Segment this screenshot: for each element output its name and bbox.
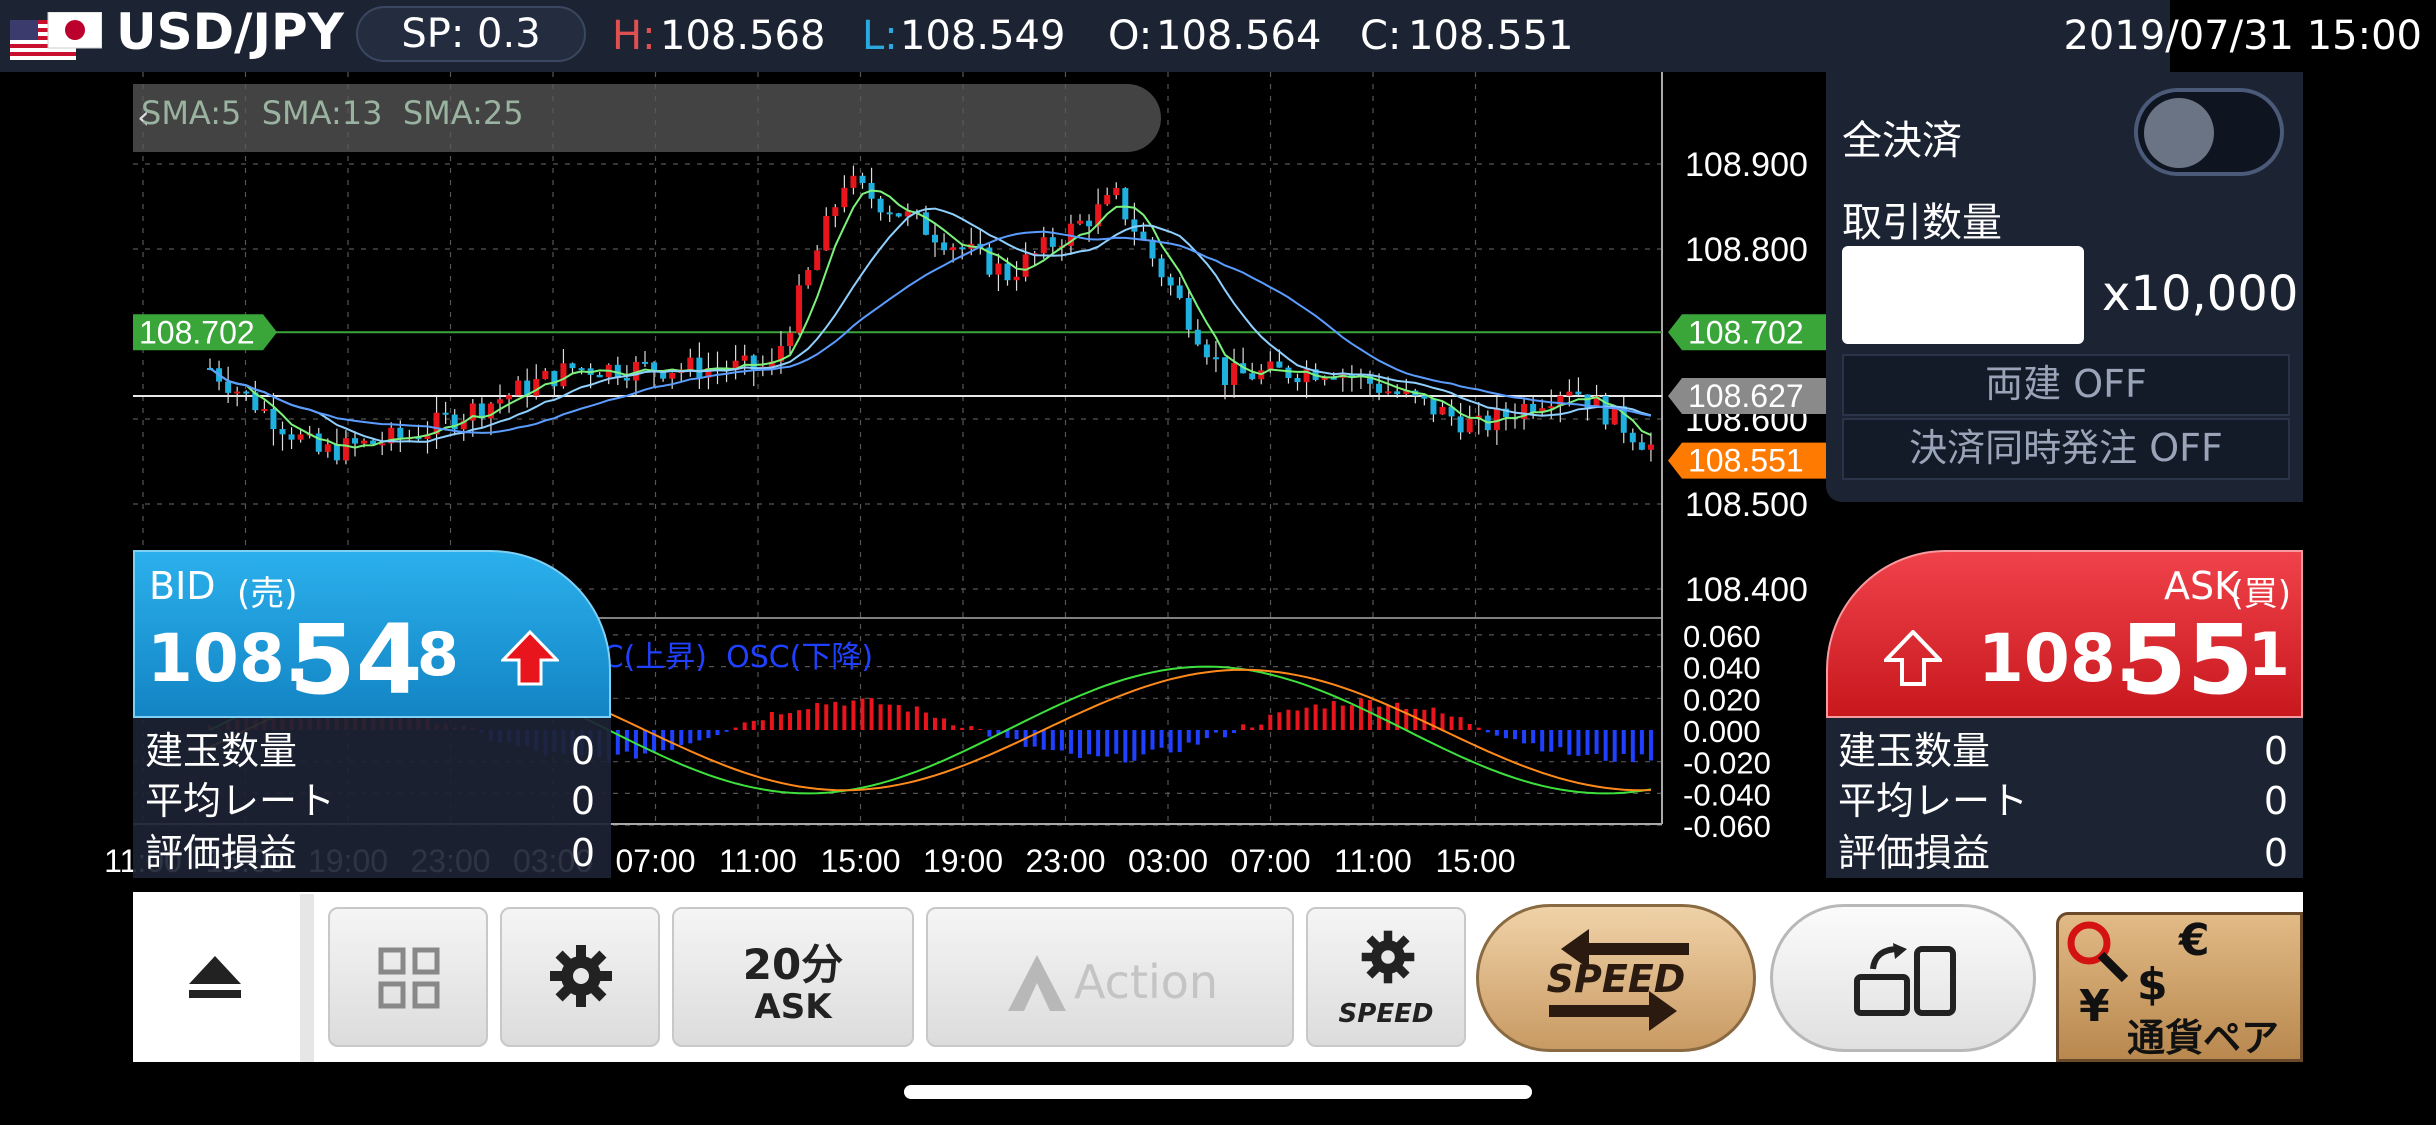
high-label: H: xyxy=(612,13,656,59)
bid-title: BID xyxy=(149,564,216,608)
osc-tick-label: 0.060 xyxy=(1683,619,1761,654)
header-bar: USD/JPY SP: 0.3 H: 108.568 L: 108.549 O:… xyxy=(0,0,2422,72)
tag-current-price[interactable]: 108.551 xyxy=(1668,442,1826,479)
qty-multiplier: x10,000 xyxy=(2102,266,2299,322)
bid-price-small: 8 xyxy=(417,620,459,690)
time-tick-label: 07:00 xyxy=(1230,843,1310,879)
layout-grid-button[interactable] xyxy=(328,907,488,1047)
time-tick-label: 07:00 xyxy=(615,843,695,879)
hedge-toggle[interactable]: 両建 OFF xyxy=(1842,354,2290,416)
spread-badge: SP: 0.3 xyxy=(356,6,586,62)
svg-text:108.702: 108.702 xyxy=(139,314,255,350)
eject-tab[interactable] xyxy=(133,894,314,1062)
osc-tick-label: 0.020 xyxy=(1683,682,1761,717)
osc-tick-label: 0.000 xyxy=(1683,714,1761,749)
rotate-device-icon xyxy=(1854,943,1956,1016)
ask-price-prefix: 108. xyxy=(1978,620,2141,697)
high-value: 108.568 xyxy=(660,13,826,59)
ask-title: ASK xyxy=(2163,564,2239,608)
currency-pair-button[interactable]: € $ ¥ 通貨ペア xyxy=(2056,912,2303,1062)
order-panel: 全決済 取引数量 x10,000 両建 OFF 決済同時発注 OFF xyxy=(1826,72,2303,502)
interval-price-type: ASK xyxy=(754,987,832,1027)
tag-right-108627[interactable]: 108.627 xyxy=(1668,378,1826,415)
action-button[interactable]: Action xyxy=(926,907,1294,1047)
eject-icon xyxy=(189,956,241,998)
action-label: Action xyxy=(1074,955,1219,1009)
magnifier-icon xyxy=(2067,921,2129,983)
osc-tick-label: 0.040 xyxy=(1683,651,1761,686)
osc-tick-label: -0.020 xyxy=(1683,746,1771,781)
bid-positions: 建玉数量 0 平均レート 0 評価損益 0 xyxy=(133,718,611,878)
ask-pos-row-qty: 建玉数量 0 xyxy=(1838,729,2288,773)
time-tick-label: 23:00 xyxy=(1025,843,1105,879)
time-tick-label: 11:00 xyxy=(719,843,797,879)
up-arrow-outline-icon xyxy=(1881,629,1945,690)
time-tick-label: 15:00 xyxy=(820,843,900,879)
ask-pos-row-pl: 評価損益 0 xyxy=(1838,831,2288,875)
bid-button[interactable]: BID (売) 108. 54 8 xyxy=(133,550,611,718)
svg-text:108.627: 108.627 xyxy=(1688,378,1804,414)
qty-input[interactable] xyxy=(1842,246,2084,344)
interval-button[interactable]: 20分 ASK xyxy=(672,907,914,1047)
open-value: 108.564 xyxy=(1156,13,1322,59)
symbol-title[interactable]: USD/JPY xyxy=(116,4,344,60)
close-all-toggle[interactable] xyxy=(2134,88,2284,176)
speed-label: SPEED xyxy=(1546,957,1686,1001)
gear-icon xyxy=(550,945,612,1007)
bid-price-prefix: 108. xyxy=(147,620,310,697)
close-label: C: xyxy=(1360,13,1402,59)
gear-icon xyxy=(1361,930,1415,984)
dollar-symbol: $ xyxy=(2137,959,2168,1010)
open-label: O: xyxy=(1108,13,1153,59)
price-tick-label: 108.800 xyxy=(1685,231,1808,269)
rotate-screen-button[interactable] xyxy=(1770,904,2036,1052)
flag-us-jp-icon xyxy=(10,11,103,60)
tag-right-108702[interactable]: 108.702 xyxy=(1668,314,1826,351)
action-logo-icon xyxy=(1008,955,1066,1011)
yen-symbol: ¥ xyxy=(2079,981,2110,1032)
low-value: 108.549 xyxy=(900,13,1066,59)
settings-button[interactable] xyxy=(500,907,660,1047)
speed-small-label: SPEED xyxy=(1338,999,1434,1029)
close-value: 108.551 xyxy=(1408,13,1574,59)
svg-text:108.551: 108.551 xyxy=(1688,443,1804,479)
bid-price-big: 54 xyxy=(289,604,423,716)
svg-text:108.702: 108.702 xyxy=(1688,314,1804,350)
sma-legend[interactable]: ‹ SMA:5 SMA:13 SMA:25 xyxy=(133,84,1161,152)
datetime: 2019/07/31 15:00 xyxy=(2063,13,2422,59)
osc-tick-label: -0.040 xyxy=(1683,777,1771,812)
time-tick-label: 19:00 xyxy=(923,843,1003,879)
speed-order-button[interactable]: SPEED xyxy=(1476,904,1756,1052)
ask-price-big: 55 xyxy=(2120,604,2254,716)
low-label: L: xyxy=(862,13,898,59)
bid-pos-row-pl: 評価損益 0 xyxy=(145,831,595,875)
tag-left-108702[interactable]: 108.702 xyxy=(133,314,277,351)
bid-pos-row-qty: 建玉数量 0 xyxy=(145,729,595,773)
time-tick-label: 15:00 xyxy=(1435,843,1515,879)
ask-pos-row-avg: 平均レート 0 xyxy=(1838,779,2288,823)
euro-symbol: € xyxy=(2179,915,2210,966)
spread-value: SP: 0.3 xyxy=(401,11,541,57)
price-tick-label: 108.400 xyxy=(1685,571,1808,609)
currency-pair-label: 通貨ペア xyxy=(2127,1016,2280,1060)
sma-legend-text: SMA:5 SMA:13 SMA:25 xyxy=(141,94,524,132)
ask-price-small: 1 xyxy=(2248,620,2290,690)
price-tick-label: 108.900 xyxy=(1685,146,1808,184)
time-tick-label: 03:00 xyxy=(1128,843,1208,879)
ask-button[interactable]: ASK (買) 108. 55 1 xyxy=(1826,550,2303,718)
bid-pos-row-avg: 平均レート 0 xyxy=(145,779,595,823)
speed-settings-button[interactable]: SPEED xyxy=(1306,907,1466,1047)
simul-close-toggle[interactable]: 決済同時発注 OFF xyxy=(1842,418,2290,480)
osc-tick-label: -0.060 xyxy=(1683,809,1771,844)
price-tick-label: 108.500 xyxy=(1685,486,1808,524)
qty-label: 取引数量 xyxy=(1842,200,2002,246)
grid-icon xyxy=(378,947,440,1009)
ask-positions: 建玉数量 0 平均レート 0 評価損益 0 xyxy=(1826,718,2303,878)
up-arrow-icon xyxy=(499,629,561,690)
interval-value: 20分 xyxy=(742,940,844,989)
home-indicator[interactable] xyxy=(904,1085,1532,1099)
close-all-label: 全決済 xyxy=(1842,118,1962,164)
time-tick-label: 11:00 xyxy=(1334,843,1412,879)
